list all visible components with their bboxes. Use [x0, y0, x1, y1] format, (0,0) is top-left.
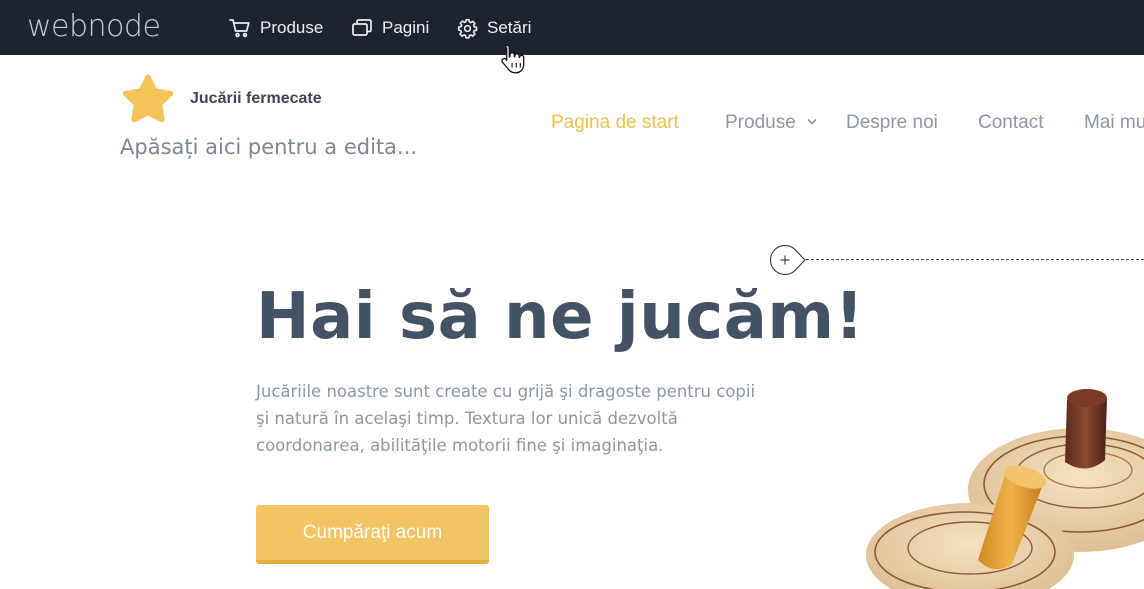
- hero-text-line: coordonarea, abilităţile motorii fine şi…: [256, 436, 664, 455]
- hand-cursor-icon: [501, 44, 525, 74]
- wooden-spinning-tops-image[interactable]: [860, 380, 1144, 589]
- editor-toolbar: webnode Produse Pagini Setări: [0, 0, 1144, 55]
- toolbar-pages-button[interactable]: Pagini: [352, 14, 429, 42]
- hero-text-line: Jucăriile noastre sunt create cu grijă ş…: [256, 382, 756, 401]
- nav-item-label: Produse: [725, 112, 796, 133]
- toolbar-pages-label: Pagini: [382, 18, 430, 37]
- toolbar-settings-button[interactable]: Setări: [457, 14, 531, 42]
- nav-item-label: Contact: [978, 112, 1044, 133]
- section-divider-line: [806, 259, 1144, 260]
- buy-now-button[interactable]: Cumpăraţi acum: [256, 505, 489, 564]
- nav-item-products[interactable]: Produse: [725, 112, 817, 134]
- chevron-down-icon: [807, 118, 817, 125]
- gear-icon: [457, 18, 487, 39]
- nav-item-home[interactable]: Pagina de start: [551, 112, 679, 134]
- toolbar-products-button[interactable]: Produse: [229, 14, 323, 42]
- hero-title[interactable]: Hai să ne jucăm!: [256, 280, 864, 354]
- cart-icon: [229, 18, 260, 38]
- toolbar-settings-label: Setări: [487, 18, 532, 37]
- nav-item-about[interactable]: Despre noi: [846, 112, 938, 134]
- toolbar-products-label: Produse: [260, 18, 324, 37]
- add-section-plus-icon[interactable]: [770, 244, 806, 276]
- hero-paragraph[interactable]: Jucăriile noastre sunt create cu grijă ş…: [256, 378, 786, 459]
- nav-item-label: Pagina de start: [551, 112, 679, 133]
- pages-icon: [352, 19, 382, 37]
- webnode-logo[interactable]: webnode: [27, 8, 161, 46]
- star-icon[interactable]: [119, 71, 177, 127]
- nav-item-label: Mai mu: [1084, 112, 1144, 133]
- site-tagline[interactable]: Apăsați aici pentru a edita...: [120, 135, 417, 159]
- nav-item-more[interactable]: Mai mu: [1084, 112, 1144, 134]
- nav-item-label: Despre noi: [846, 112, 938, 133]
- hero-text-line: şi natură în acelaşi timp. Textura lor u…: [256, 409, 678, 428]
- site-name[interactable]: Jucării fermecate: [190, 90, 322, 108]
- nav-item-contact[interactable]: Contact: [978, 112, 1043, 134]
